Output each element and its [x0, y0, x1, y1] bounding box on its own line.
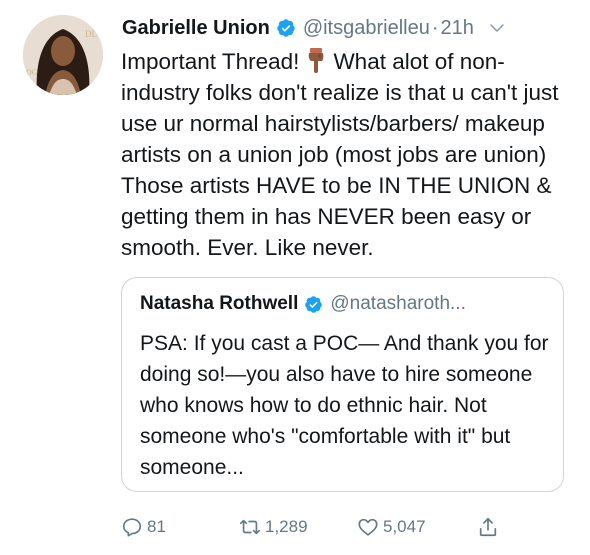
avatar-image: DL DG — [23, 15, 103, 95]
quoted-author-name: Natasha Rothwell — [140, 293, 299, 314]
verified-badge-icon — [304, 295, 323, 314]
chevron-down-icon[interactable] — [488, 19, 506, 37]
share-button[interactable] — [477, 512, 503, 542]
avatar[interactable]: DL DG — [23, 15, 103, 95]
tweet-text-intro: Important Thread! — [121, 49, 300, 74]
quoted-tweet-header: Natasha Rothwell @natasharoth... — [140, 290, 551, 318]
quoted-author-handle: @natasharoth... — [330, 293, 466, 314]
separator-dot: · — [431, 16, 439, 39]
quoted-tweet[interactable]: Natasha Rothwell @natasharoth... PSA: If… — [121, 277, 564, 492]
author-name[interactable]: Gabrielle Union — [122, 17, 270, 40]
timestamp[interactable]: 21h — [441, 17, 474, 40]
tweet-text: Important Thread! What alot of non-indus… — [121, 46, 573, 263]
verified-badge-icon — [276, 18, 296, 38]
svg-text:DG: DG — [26, 68, 38, 77]
retweet-button[interactable]: 1,289 — [239, 512, 308, 542]
quoted-tweet-text: PSA: If you cast a POC— And thank you fo… — [140, 332, 549, 479]
tweet-header: Gabrielle Union @itsgabrielleu · 21h — [122, 12, 578, 44]
share-icon — [479, 517, 497, 537]
retweet-icon — [240, 519, 260, 535]
like-count: 5,047 — [383, 517, 426, 536]
svg-text:DL: DL — [85, 29, 97, 39]
tweet-actions: 81 1,289 5,047 — [121, 512, 581, 542]
tweet-text-body: What alot of non-industry folks don't re… — [121, 49, 559, 260]
reply-count: 81 — [147, 517, 166, 536]
author-handle[interactable]: @itsgabrielleu — [303, 17, 430, 40]
reply-button[interactable]: 81 — [121, 512, 166, 542]
retweet-count: 1,289 — [265, 517, 308, 536]
reply-icon — [122, 518, 142, 537]
like-button[interactable]: 5,047 — [357, 512, 426, 542]
backhand-index-pointing-down-emoji — [303, 47, 329, 73]
heart-icon — [358, 518, 378, 536]
